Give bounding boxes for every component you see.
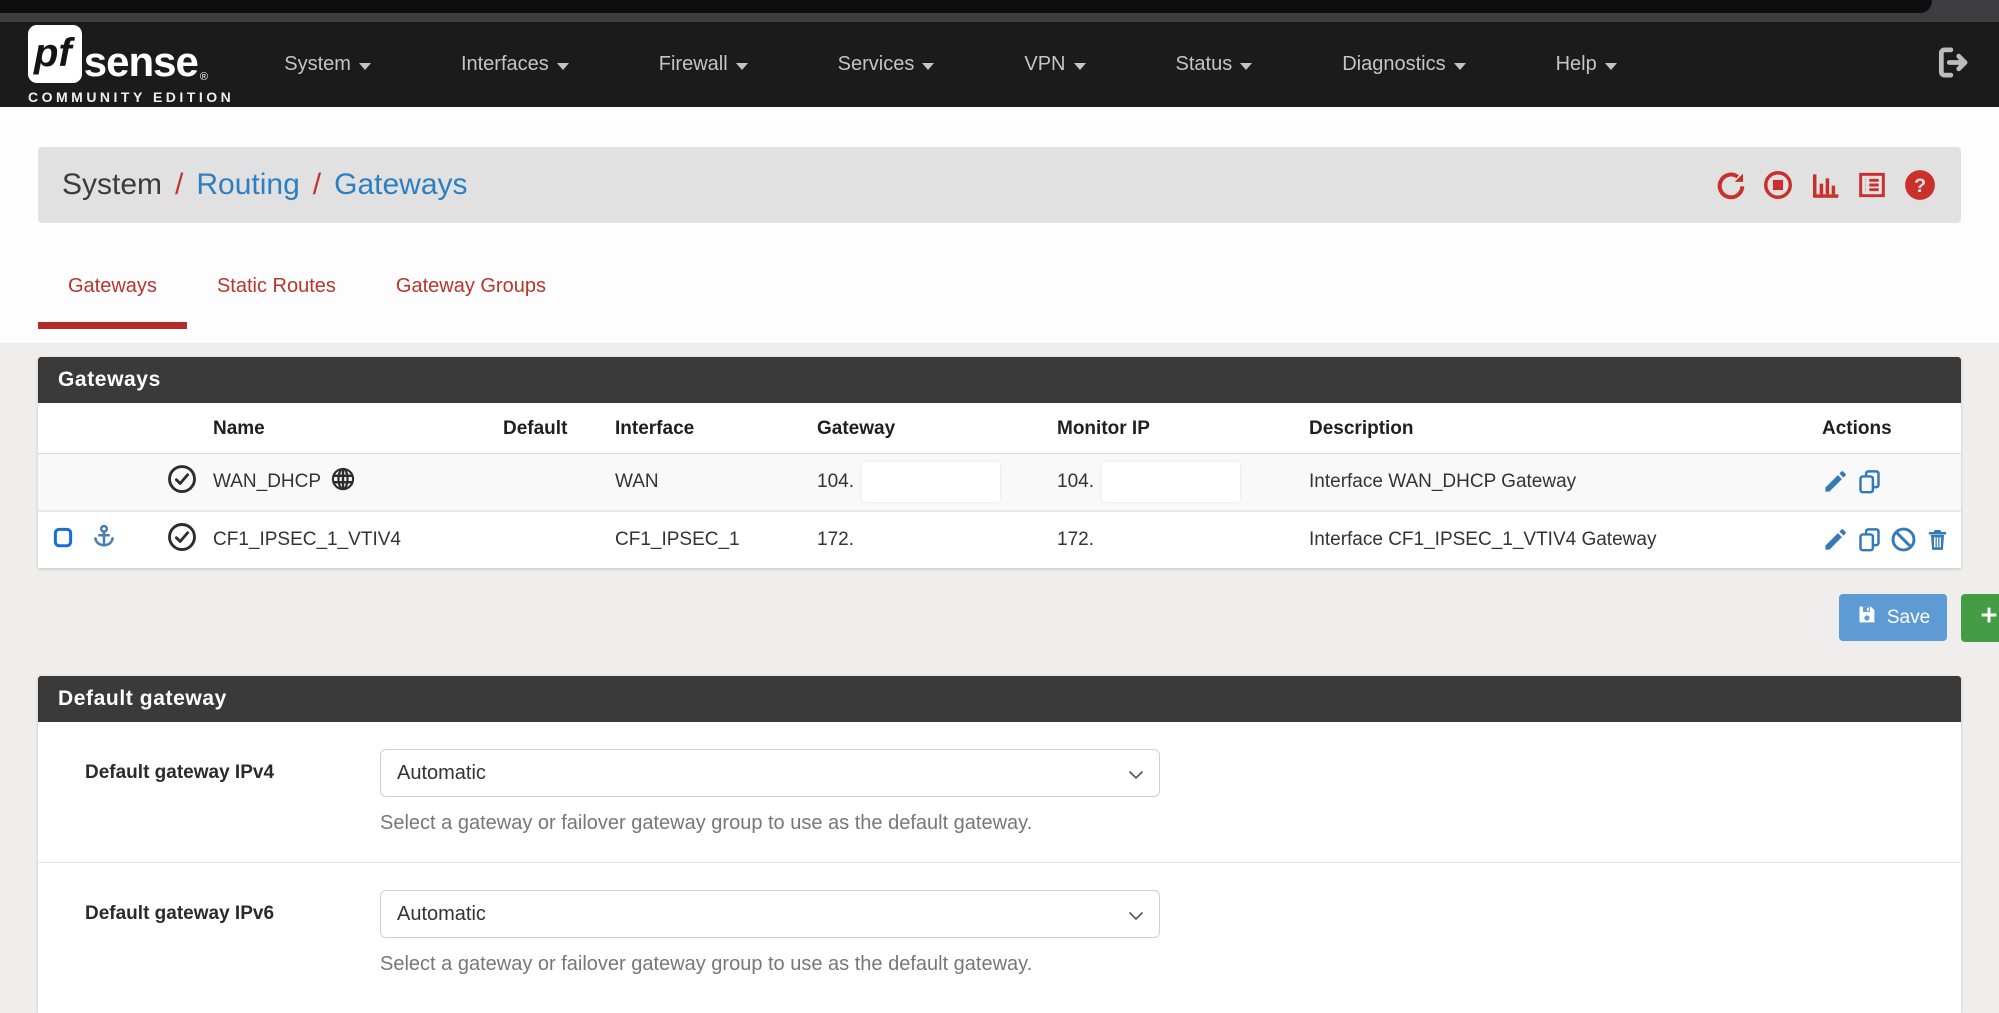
redaction-box [862,462,1000,502]
help-icon[interactable]: ? [1903,168,1937,202]
nav-item-help[interactable]: Help [1556,53,1617,76]
disable-icon[interactable] [1890,526,1917,553]
gateways-panel-title: Gateways [58,368,161,392]
default-gateway-ipv4-select[interactable]: Automatic [380,749,1160,797]
window-chrome-dark [0,0,1932,13]
form-row-ipv6: Default gateway IPv6 Automatic Select a … [38,863,1961,1003]
add-button[interactable]: Add [1961,594,1999,642]
gateways-table: Name Default Interface Gateway Monitor I… [38,403,1961,568]
nav-item-interfaces[interactable]: Interfaces [461,53,569,76]
tab-static-routes[interactable]: Static Routes [187,263,366,329]
sign-out-icon[interactable] [1935,43,1973,86]
caret-down-icon [1240,63,1252,70]
square-icon[interactable] [52,525,74,555]
registered-mark: ® [200,71,208,83]
plus-icon [1978,604,1999,632]
globe-icon [330,466,356,498]
form-row-ipv4: Default gateway IPv4 Automatic Select a … [38,722,1961,863]
routing-tabs: Gateways Static Routes Gateway Groups [38,263,1961,329]
save-icon [1856,604,1877,631]
gateway-default [503,511,615,568]
table-row: CF1_IPSEC_1_VTIV4 CF1_IPSEC_1 172. 172. … [38,511,1961,568]
gateway-address: 104. [817,471,854,492]
breadcrumb-link-routing[interactable]: Routing [196,168,299,202]
table-header-row: Name Default Interface Gateway Monitor I… [38,403,1961,454]
col-actions: Actions [1822,403,1961,454]
breadcrumb-separator: / [313,168,321,202]
gateway-interface: WAN [615,454,817,511]
default-gateway-ipv4-help: Select a gateway or failover gateway gro… [380,812,1160,835]
pf-logo-box: pf [28,25,82,83]
community-edition-tagline: COMMUNITY EDITION [28,89,234,105]
nav-item-system[interactable]: System [284,53,371,76]
copy-icon[interactable] [1856,526,1883,553]
breadcrumb: System / Routing / Gateways [38,147,1961,223]
caret-down-icon [1074,63,1086,70]
default-gateway-panel-header: Default gateway [38,676,1961,722]
monitor-ip: 104. [1057,471,1094,492]
stop-icon[interactable] [1762,169,1794,201]
monitor-ip: 172. [1057,511,1309,568]
default-gateway-ipv4-label: Default gateway IPv4 [85,749,380,835]
svg-text:?: ? [1914,175,1926,197]
caret-down-icon [557,63,569,70]
refresh-icon[interactable] [1715,169,1747,201]
default-gateway-ipv6-label: Default gateway IPv6 [85,890,380,976]
pfsense-logo[interactable]: pf sense ® COMMUNITY EDITION [28,25,234,105]
breadcrumb-separator: / [175,168,183,202]
chart-icon[interactable] [1809,169,1841,201]
sense-logo-text: sense [84,41,198,83]
caret-down-icon [1454,63,1466,70]
gateways-panel-header: Gateways [38,357,1961,403]
gateway-description: Interface CF1_IPSEC_1_VTIV4 Gateway [1309,511,1822,568]
page-header-zone: System / Routing / Gateways [0,107,1999,343]
caret-down-icon [359,63,371,70]
default-gateway-panel: Default gateway Default gateway IPv4 Aut… [38,676,1961,1013]
gateway-address: 172. [817,511,1057,568]
redaction-box [1102,462,1240,502]
table-row: WAN_DHCP WAN 104. 104. Interface WAN_DHC… [38,454,1961,511]
tab-gateway-groups[interactable]: Gateway Groups [366,263,576,329]
nav-item-diagnostics[interactable]: Diagnostics [1342,53,1465,76]
button-row: Save Add [0,594,1999,642]
default-gateway-ipv6-help: Select a gateway or failover gateway gro… [380,953,1160,976]
edit-icon[interactable] [1822,526,1849,553]
check-circle-icon [167,522,197,558]
breadcrumb-link-gateways[interactable]: Gateways [334,168,467,202]
caret-down-icon [922,63,934,70]
nav-item-firewall[interactable]: Firewall [659,53,748,76]
delete-icon[interactable] [1924,526,1951,553]
gateway-default [503,454,615,511]
edit-icon[interactable] [1822,468,1849,495]
default-gateway-panel-title: Default gateway [58,687,227,711]
default-gateway-ipv6-select[interactable]: Automatic [380,890,1160,938]
copy-icon[interactable] [1856,468,1883,495]
tab-gateways[interactable]: Gateways [38,263,187,329]
breadcrumb-root: System [62,168,162,202]
gateway-name: WAN_DHCP [213,471,321,493]
gateway-description: Interface WAN_DHCP Gateway [1309,454,1822,511]
col-gateway: Gateway [817,403,1057,454]
check-circle-icon [167,464,197,500]
log-icon[interactable] [1856,169,1888,201]
anchor-icon[interactable] [90,523,118,557]
nav-item-status[interactable]: Status [1176,53,1253,76]
caret-down-icon [736,63,748,70]
col-interface: Interface [615,403,817,454]
save-button[interactable]: Save [1839,594,1947,641]
col-description: Description [1309,403,1822,454]
nav-item-services[interactable]: Services [838,53,935,76]
breadcrumb-actions: ? [1715,168,1937,202]
col-default: Default [503,403,615,454]
top-navbar: pf sense ® COMMUNITY EDITION System Inte… [0,22,1999,107]
gateway-interface: CF1_IPSEC_1 [615,511,817,568]
nav-menu: System Interfaces Firewall Services VPN … [284,53,1616,76]
window-chrome [0,0,1999,22]
nav-item-vpn[interactable]: VPN [1024,53,1085,76]
caret-down-icon [1605,63,1617,70]
gateways-panel: Gateways Name Default Interface Gateway … [38,357,1961,568]
col-name: Name [213,403,503,454]
col-monitor-ip: Monitor IP [1057,403,1309,454]
gateway-name: CF1_IPSEC_1_VTIV4 [213,529,401,550]
